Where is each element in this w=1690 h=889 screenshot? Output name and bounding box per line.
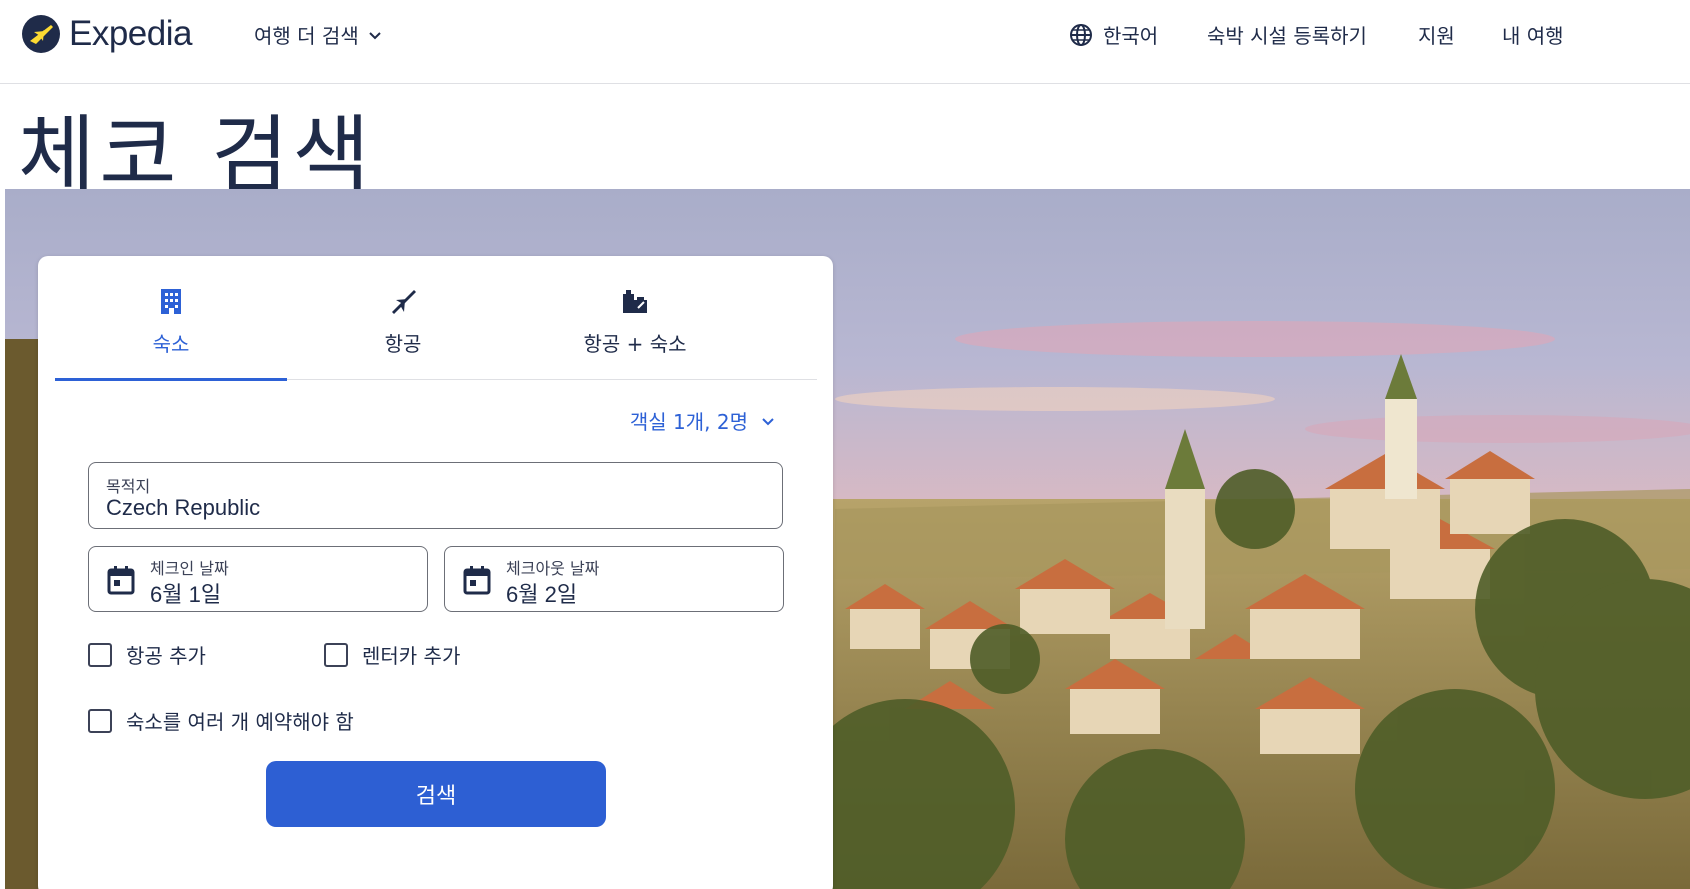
support-link[interactable]: 지원	[1418, 20, 1455, 49]
list-property-link[interactable]: 숙박 시설 등록하기	[1207, 20, 1367, 49]
tab-packages[interactable]: 항공 + 숙소	[519, 286, 751, 379]
my-trips-link[interactable]: 내 여행	[1502, 20, 1564, 49]
calendar-icon	[107, 566, 135, 595]
checkout-value: 6월 2일	[506, 582, 578, 607]
tab-stays[interactable]: 숙소	[55, 286, 287, 381]
search-card: 숙소 항공 항공 + 숙소 객실 1개, 2명 목적지 Czech Republ…	[38, 256, 833, 889]
language-selector[interactable]: 한국어	[1069, 20, 1158, 49]
chevron-down-icon	[369, 31, 381, 39]
checkbox-square[interactable]	[324, 642, 348, 667]
destination-field[interactable]: 목적지 Czech Republic	[88, 462, 783, 529]
checkin-value: 6월 1일	[150, 582, 222, 607]
expedia-logo[interactable]: Expedia	[21, 14, 192, 54]
calendar-icon	[463, 566, 491, 595]
tab-flights[interactable]: 항공	[287, 286, 519, 379]
tab-flights-label: 항공	[384, 332, 422, 356]
add-flight-label: 항공 추가	[126, 644, 206, 668]
tab-packages-label: 항공 + 숙소	[583, 332, 687, 356]
checkout-date-field[interactable]: 체크아웃 날짜 6월 2일	[444, 546, 784, 612]
search-button[interactable]: 검색	[266, 761, 606, 827]
building-icon	[161, 289, 181, 314]
globe-icon	[1070, 23, 1092, 46]
package-icon	[623, 290, 647, 313]
top-header: Expedia 여행 더 검색 한국어 숙박 시설 등록하기 지원 내 여행	[0, 0, 1690, 84]
multi-stay-checkbox[interactable]: 숙소를 여러 개 예약해야 함	[88, 706, 354, 735]
airplane-icon	[392, 290, 416, 314]
search-tabs: 숙소 항공 항공 + 숙소	[55, 286, 817, 381]
more-travel-label: 여행 더 검색	[254, 24, 359, 48]
rooms-travelers-selector[interactable]: 객실 1개, 2명	[630, 406, 776, 435]
add-car-label: 렌터카 추가	[362, 644, 461, 668]
chevron-down-icon	[762, 417, 774, 425]
checkbox-square[interactable]	[88, 642, 112, 667]
tab-stays-label: 숙소	[152, 332, 190, 356]
destination-label: 목적지	[106, 477, 151, 496]
expedia-logo-icon	[22, 15, 60, 53]
add-car-checkbox[interactable]: 렌터카 추가	[324, 640, 460, 669]
rooms-travelers-label: 객실 1개, 2명	[629, 410, 748, 434]
add-flight-checkbox[interactable]: 항공 추가	[88, 640, 206, 669]
checkout-label: 체크아웃 날짜	[506, 559, 600, 578]
checkin-label: 체크인 날짜	[150, 559, 229, 578]
logo-text: Expedia	[69, 14, 192, 53]
multi-stay-label: 숙소를 여러 개 예약해야 함	[126, 710, 354, 734]
checkbox-square[interactable]	[88, 708, 112, 733]
more-travel-menu[interactable]: 여행 더 검색	[254, 20, 383, 49]
language-label: 한국어	[1103, 24, 1159, 48]
destination-value: Czech Republic	[106, 495, 261, 520]
checkin-date-field[interactable]: 체크인 날짜 6월 1일	[88, 546, 428, 612]
